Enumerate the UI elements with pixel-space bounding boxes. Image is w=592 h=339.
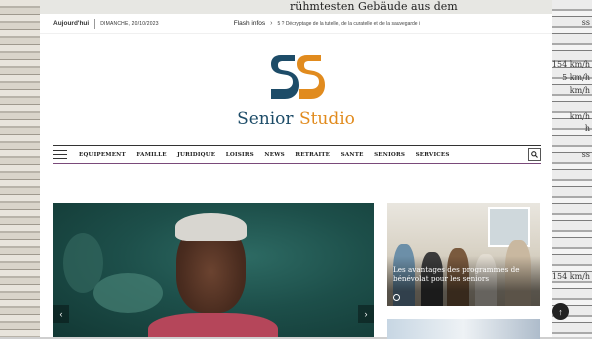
background-text: ss — [581, 18, 590, 27]
side-article-card-2[interactable] — [387, 319, 540, 339]
chevron-left-icon: ‹ — [59, 309, 63, 319]
background-left-strip — [0, 0, 40, 337]
current-date: DIMANCHE, 20/10/2023 — [100, 20, 159, 27]
slider-next-button[interactable]: › — [358, 305, 374, 323]
site-logo[interactable]: Senior Studio — [40, 46, 552, 136]
chevron-right-icon: › — [270, 20, 273, 27]
background-text: 154 km/h — [551, 272, 590, 281]
slider-prev-button[interactable]: ‹ — [53, 305, 69, 323]
hero-image-hair — [175, 213, 247, 241]
background-text: km/h — [569, 86, 590, 95]
news-ticker-link[interactable]: 5 ? Décryptage de la tutelle, de la cura… — [277, 21, 420, 27]
nav-item-famille[interactable]: FAMILLE — [136, 152, 166, 158]
search-button[interactable] — [528, 148, 541, 161]
divider — [94, 18, 96, 29]
background-text: ss — [581, 150, 590, 159]
top-bar: Aujourd'hui DIMANCHE, 20/10/2023 Flash i… — [40, 14, 552, 34]
background-text: 154 km/h — [551, 60, 590, 69]
side-article-card[interactable]: Les avantages des programmes de bénévola… — [387, 203, 540, 306]
nav-item-seniors[interactable]: SENIORS — [374, 152, 405, 158]
side-card-title[interactable]: Les avantages des programmes de bénévola… — [393, 265, 534, 283]
clock-icon — [393, 294, 400, 301]
logo-text: Senior Studio — [40, 109, 552, 129]
logo-text-studio: Studio — [298, 109, 355, 129]
scroll-to-top-button[interactable]: ↑ — [552, 303, 569, 320]
featured-article-slider[interactable]: ‹ › — [53, 203, 374, 337]
hamburger-icon[interactable] — [53, 150, 67, 160]
logo-text-senior: Senior — [237, 109, 294, 129]
chevron-right-icon: › — [364, 309, 368, 319]
hero-image-texture — [63, 233, 103, 293]
nav-item-retraite[interactable]: RETRAITE — [295, 152, 330, 158]
nav-item-loisirs[interactable]: LOISIRS — [226, 152, 254, 158]
background-text: 5 km/h — [562, 73, 590, 82]
arrow-up-icon: ↑ — [558, 306, 563, 317]
nav-item-equipement[interactable]: EQUIPEMENT — [79, 152, 126, 158]
background-newspaper-text: rühmtesten Gebäude aus dem — [40, 0, 552, 14]
search-icon — [531, 151, 538, 158]
nav-item-services[interactable]: SERVICES — [416, 152, 450, 158]
background-right-strip: ss 154 km/h 5 km/h km/h km/h h ss 154 km… — [552, 0, 592, 337]
background-text: h — [584, 124, 590, 133]
nav-item-juridique[interactable]: JURIDIQUE — [177, 152, 215, 158]
nav-item-news[interactable]: NEWS — [264, 152, 285, 158]
hero-image-shirt — [148, 313, 278, 337]
logo-mark-icon — [271, 55, 325, 99]
hero-image-texture — [93, 273, 163, 313]
today-label: Aujourd'hui — [53, 20, 90, 27]
nav-item-sante[interactable]: SANTE — [341, 152, 364, 158]
main-navigation: EQUIPEMENT FAMILLE JURIDIQUE LOISIRS NEW… — [53, 145, 541, 164]
background-text: km/h — [569, 112, 590, 121]
flash-news-label: Flash infos — [233, 20, 266, 27]
